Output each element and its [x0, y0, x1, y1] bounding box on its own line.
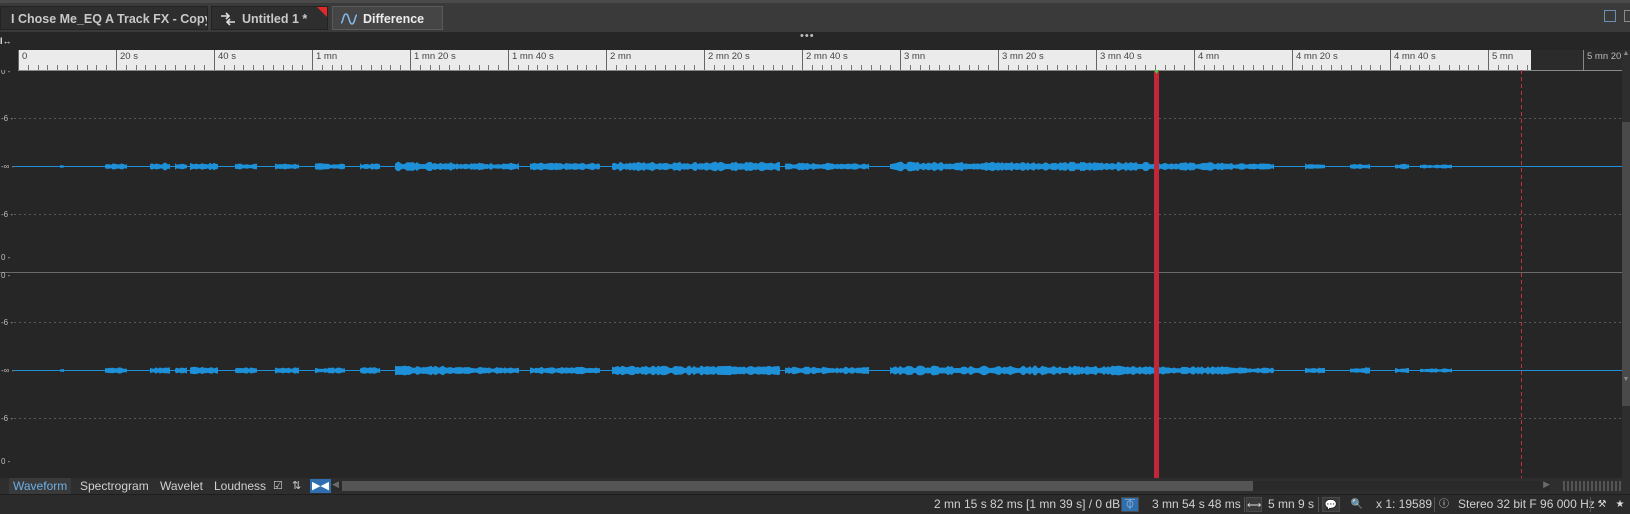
ruler-label: 3 mn 40 s	[1100, 51, 1142, 62]
db-scale-label: 0 -	[1, 253, 11, 262]
chat-icon[interactable]: 💬	[1322, 497, 1340, 512]
scroll-up-icon[interactable]: ▲	[1622, 50, 1630, 58]
ruler-tick: 3 mn 40 s	[1096, 50, 1142, 70]
montage-arrows-icon	[220, 7, 236, 29]
db-scale-label: 0 -	[1, 457, 11, 466]
tools-icon[interactable]: ⚒	[1594, 497, 1610, 512]
ruler-tick: 4 mn 40 s	[1390, 50, 1436, 70]
splitter-handle[interactable]: •••	[800, 30, 815, 42]
db-scale-label: -∞ -	[1, 162, 15, 171]
modified-flag-icon	[317, 7, 327, 17]
ruler-tick: 2 mn 40 s	[802, 50, 848, 70]
status-bar: 2 mn 15 s 82 ms [1 mn 39 s] / 0 dB ⏁ 3 m…	[0, 494, 1630, 514]
panel-menu-button[interactable]	[1624, 10, 1630, 22]
ruler-label: 40 s	[218, 51, 236, 62]
db-scale-label: 0 -	[1, 271, 11, 280]
ruler-tick: 4 mn	[1194, 50, 1219, 70]
ruler-tick: 4 mn 20 s	[1292, 50, 1338, 70]
panel-layout-button[interactable]	[1604, 10, 1616, 22]
tab-loudness[interactable]: Loudness	[214, 478, 266, 494]
playback-cursor[interactable]	[1154, 70, 1159, 478]
view-tabs: Waveform Spectrogram Wavelet Loudness ☑ …	[0, 478, 1630, 494]
audio-format[interactable]: Stereo 32 bit F 96 000 Hz	[1458, 495, 1595, 514]
ruler-label: 20 s	[120, 51, 138, 62]
ruler-label: 2 mn 40 s	[806, 51, 848, 62]
ruler-label: 2 mn 20 s	[708, 51, 750, 62]
ruler-label: 4 mn 40 s	[1394, 51, 1436, 62]
audio-length[interactable]: 5 mn 9 s	[1268, 495, 1314, 514]
scroll-left-icon[interactable]: ◀	[332, 479, 339, 490]
ruler-tick: 1 mn 40 s	[508, 50, 554, 70]
waveform-display[interactable]: 0 - -6 - -∞ - -6 - 0 - 0 - -6 - -∞ - -6 - 0 -	[0, 70, 1622, 478]
ruler-tick: 3 mn 20 s	[998, 50, 1044, 70]
length-icon[interactable]: ⟷	[1246, 497, 1262, 512]
ruler-label: 3 mn	[904, 51, 926, 62]
ruler-tick: 1 mn	[312, 50, 337, 70]
vertical-scrollbar[interactable]: ▲ ▼	[1622, 50, 1630, 478]
ruler-label: 1 mn 40 s	[512, 51, 554, 62]
ruler-tick: 2 mn	[606, 50, 631, 70]
ruler-label: 5 mn 20 s	[1587, 51, 1622, 62]
tab-label: Untitled 1 *	[242, 12, 308, 26]
ruler-tick: 40 s	[214, 50, 236, 70]
scroll-right-icon[interactable]: ▶	[1543, 479, 1550, 490]
db-scale-label: 0 -	[1, 70, 11, 76]
db-scale-label: -6 -	[1, 210, 13, 219]
tab-label: Difference	[363, 12, 425, 26]
ruler-label: 3 mn 20 s	[1002, 51, 1044, 62]
checkmark-options-icon[interactable]: ☑	[273, 479, 283, 493]
sync-view-icon[interactable]: ▶◀	[310, 479, 331, 493]
zoom-grip[interactable]	[1563, 481, 1623, 491]
ruler-tick: 1 mn 20 s	[410, 50, 456, 70]
time-ruler[interactable]: 5 mn 4 mn 40 s 4 mn 20 s 4 mn 3 mn 40 s 3 mn …	[18, 50, 1622, 71]
tab-difference[interactable]: Difference	[332, 6, 443, 30]
db-scale-label: -6 -	[1, 114, 13, 123]
hscroll-thumb[interactable]	[342, 481, 1253, 491]
cursor-info: 2 mn 15 s 82 ms [1 mn 39 s] / 0 dB	[934, 497, 1121, 511]
swap-arrows-icon[interactable]: ⇅	[292, 479, 301, 493]
star-icon[interactable]: ★	[1612, 497, 1628, 512]
scroll-down-icon[interactable]: ▼	[1622, 376, 1630, 384]
ruler-tick: 0	[18, 50, 27, 70]
zoom-search-icon[interactable]: 🔍	[1350, 497, 1364, 512]
wave-icon	[340, 7, 358, 29]
tab-waveform[interactable]: Waveform	[9, 478, 72, 494]
db-scale-label: -∞ -	[1, 366, 15, 375]
cursor-position-icon[interactable]: ⏁	[1121, 497, 1139, 512]
ruler-label: 0	[22, 51, 28, 62]
info-icon[interactable]: ⓘ	[1437, 497, 1451, 512]
db-scale-label: -6 -	[1, 318, 13, 327]
horizontal-scrollbar[interactable]: ◀ ▶	[332, 479, 1550, 491]
ruler-options-icon[interactable]: I↔	[0, 36, 14, 48]
tab-label: I Chose Me_EQ A Track FX - Copy	[11, 12, 208, 26]
ruler-tick: 2 mn 20 s	[704, 50, 750, 70]
file-tab-bar: I Chose Me_EQ A Track FX - Copy Untitled…	[0, 0, 1630, 32]
db-scale-label: -6 -	[1, 414, 13, 423]
cursor-position[interactable]: 3 mn 54 s 48 ms	[1152, 495, 1241, 514]
ruler-label: 1 mn	[316, 51, 338, 62]
tab-wavelet[interactable]: Wavelet	[160, 478, 203, 494]
tab-untitled-1[interactable]: Untitled 1 *	[211, 6, 328, 30]
scroll-thumb[interactable]	[1622, 122, 1630, 406]
tab-i-chose-me[interactable]: I Chose Me_EQ A Track FX - Copy	[0, 6, 208, 30]
ruler-out-of-range: 5 mn 20 s	[1531, 50, 1622, 70]
ruler-tick: 5 mn	[1488, 50, 1513, 70]
ruler-label: 1 mn 20 s	[414, 51, 456, 62]
zoom-level[interactable]: x 1: 19589	[1376, 495, 1432, 514]
ruler-tick: 20 s	[116, 50, 138, 70]
ruler-label: 5 mn	[1492, 51, 1514, 62]
ruler-tick: 3 mn	[900, 50, 925, 70]
ruler-label: 4 mn 20 s	[1296, 51, 1338, 62]
ruler-label: 2 mn	[610, 51, 632, 62]
ruler-label: 4 mn	[1198, 51, 1220, 62]
tab-spectrogram[interactable]: Spectrogram	[80, 478, 149, 494]
